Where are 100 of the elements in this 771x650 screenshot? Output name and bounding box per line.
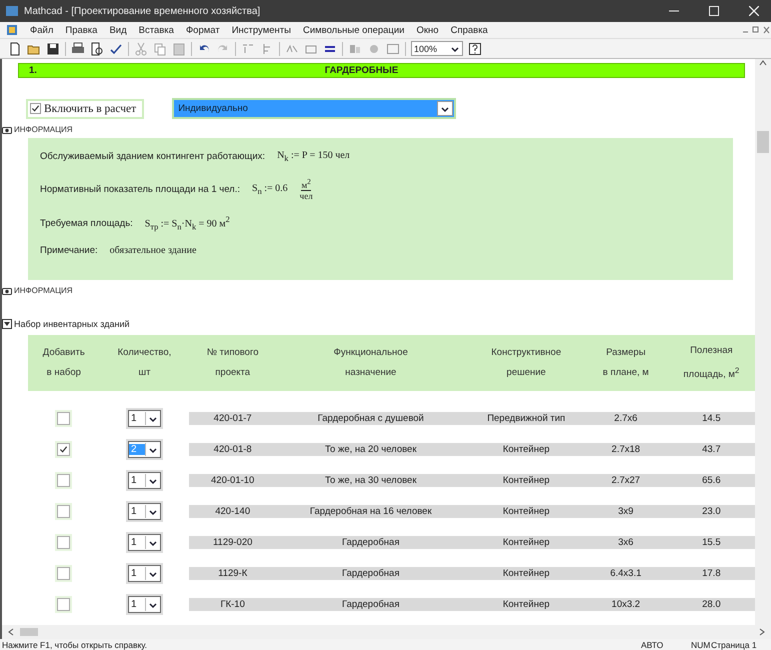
table-cell: 420-01-8 [189, 443, 276, 456]
formula: обязательное здание [110, 245, 196, 256]
scroll-thumb[interactable] [20, 628, 38, 636]
table-cell: 420-01-7 [189, 412, 276, 426]
add-checkbox[interactable] [57, 536, 70, 550]
paste-icon[interactable] [172, 42, 186, 56]
quantity-dropdown[interactable]: 1 [128, 565, 161, 582]
menu-item[interactable]: Формат [186, 24, 220, 36]
add-checkbox[interactable] [57, 598, 70, 612]
table-cell: 3x9 [586, 505, 665, 518]
quantity-dropdown[interactable]: 1 [128, 596, 161, 614]
table-cell: 17.8 [664, 567, 755, 580]
group-label[interactable]: Набор инвентарных зданий [14, 319, 130, 329]
table-cell: 10x3.2 [586, 598, 665, 612]
scroll-left-icon[interactable] [8, 628, 14, 636]
table-cell: 420-01-10 [189, 474, 276, 488]
table-cell: 43.7 [664, 443, 755, 456]
insert-unit-icon[interactable] [241, 42, 255, 56]
copy-icon[interactable] [153, 42, 167, 56]
menu-item[interactable]: Справка [450, 24, 488, 36]
save-icon[interactable] [46, 42, 60, 56]
add-checkbox[interactable] [57, 474, 70, 488]
window-icon[interactable] [386, 42, 400, 56]
table-cell: ГК-10 [189, 598, 276, 612]
table-cell: Гардеробная на 16 человек [276, 505, 466, 518]
add-checkbox[interactable] [57, 567, 70, 580]
table-cell: Контейнер [465, 567, 587, 580]
table-cell: 15.5 [664, 536, 755, 550]
menu-item[interactable]: Вставка [138, 24, 174, 36]
maximize-icon[interactable] [709, 6, 719, 16]
table-cell: 1129-020 [189, 536, 276, 550]
table-cell: Передвижной тип [465, 412, 587, 426]
unit-fraction: м$^{2}$ чел [300, 177, 313, 201]
table-cell: 28.0 [664, 598, 755, 612]
table-cell: Гардеробная [276, 536, 466, 550]
menu-item[interactable]: Символьные операции [302, 24, 404, 36]
spell-check-icon[interactable] [109, 42, 123, 56]
menu-item[interactable]: Инструменты [232, 24, 291, 36]
quantity-dropdown[interactable]: 1 [128, 410, 161, 428]
quantity-dropdown[interactable]: 1 [128, 472, 161, 490]
include-checkbox[interactable]: Включить в расчет [26, 98, 144, 118]
window-title: Mathcad - [Проектирование временного хозяйства] [24, 6, 262, 16]
table-cell: Контейнер [465, 505, 587, 518]
table-cell: То же, на 20 человек [276, 443, 466, 456]
info-label: Нормативный показатель площади на 1 чел.: [40, 184, 240, 194]
app-logo-icon [6, 6, 18, 16]
checkmark-icon [60, 446, 68, 453]
close-icon[interactable] [749, 6, 759, 16]
table-cell: 65.6 [664, 474, 755, 488]
table-cell: Гардеробная [276, 567, 466, 580]
table-cell: Контейнер [465, 474, 587, 488]
section-title: ГАРДЕРОБНЫЕ [324, 65, 400, 76]
menu-item[interactable]: Файл [30, 24, 54, 36]
status-mode: АВТО [641, 640, 664, 650]
info-toggle-icon[interactable] [2, 286, 12, 294]
formula: S$_{тр}$ := S$_{n}$·N$_{k}$ = 90 м$^{2}$ [144, 215, 230, 232]
help-icon[interactable] [468, 42, 482, 56]
info-label[interactable]: ИНФОРМАЦИЯ [14, 286, 73, 295]
checkmark-icon [32, 105, 40, 112]
info-label[interactable]: ИНФОРМАЦИЯ [14, 125, 73, 134]
zoom-dropdown[interactable]: 100% [411, 41, 463, 56]
quantity-dropdown[interactable]: 1 [128, 503, 161, 520]
add-checkbox[interactable] [57, 505, 70, 518]
table-cell: 2.7x27 [586, 474, 665, 488]
cut-icon[interactable] [134, 42, 148, 56]
vertical-scrollbar[interactable] [755, 59, 771, 625]
table-cell: То же, на 30 человек [276, 474, 466, 488]
table-cell: Контейнер [465, 536, 587, 550]
add-checkbox[interactable] [57, 412, 70, 426]
scroll-up-icon[interactable] [759, 59, 767, 67]
info-label: Примечание: [40, 245, 98, 256]
printer-icon[interactable] [71, 42, 85, 56]
scroll-thumb[interactable] [757, 131, 769, 153]
table-cell: Контейнер [465, 598, 587, 612]
menu-item[interactable]: Вид [109, 24, 127, 36]
document-icon[interactable] [6, 24, 18, 36]
table-cell: 14.5 [664, 412, 755, 426]
menu-item[interactable]: Правка [65, 24, 98, 36]
scroll-right-icon[interactable] [759, 628, 765, 636]
quantity-dropdown[interactable]: 1 [128, 534, 161, 552]
section-number: 1. [28, 65, 38, 76]
formula: N$_{k}$ := P = 150 чел [277, 150, 350, 163]
status-page: Страница 1 [711, 640, 758, 650]
add-checkbox[interactable] [57, 443, 70, 456]
info-toggle-icon[interactable] [2, 126, 12, 134]
formula: S$_{n}$ := 0.6 [252, 182, 288, 196]
status-hint: Нажмите F1, чтобы открыть справку. [2, 640, 148, 650]
table-cell: 23.0 [664, 505, 755, 518]
menu-item[interactable]: Окно [416, 24, 439, 36]
table-cell: Контейнер [465, 443, 587, 456]
table-cell: 6.4x3.1 [586, 567, 665, 580]
new-document-icon[interactable] [8, 42, 22, 56]
table-cell: 1129-К [189, 567, 276, 580]
mode-dropdown[interactable]: Индивидуально [172, 98, 456, 119]
horizontal-scrollbar[interactable] [0, 625, 771, 639]
collapse-toggle[interactable] [2, 319, 12, 329]
window-controls-icon[interactable] [741, 26, 771, 34]
print-preview-icon[interactable] [90, 42, 104, 56]
table-cell: Гардеробная [276, 598, 466, 612]
info-label: Требуемая площадь: [40, 218, 133, 229]
